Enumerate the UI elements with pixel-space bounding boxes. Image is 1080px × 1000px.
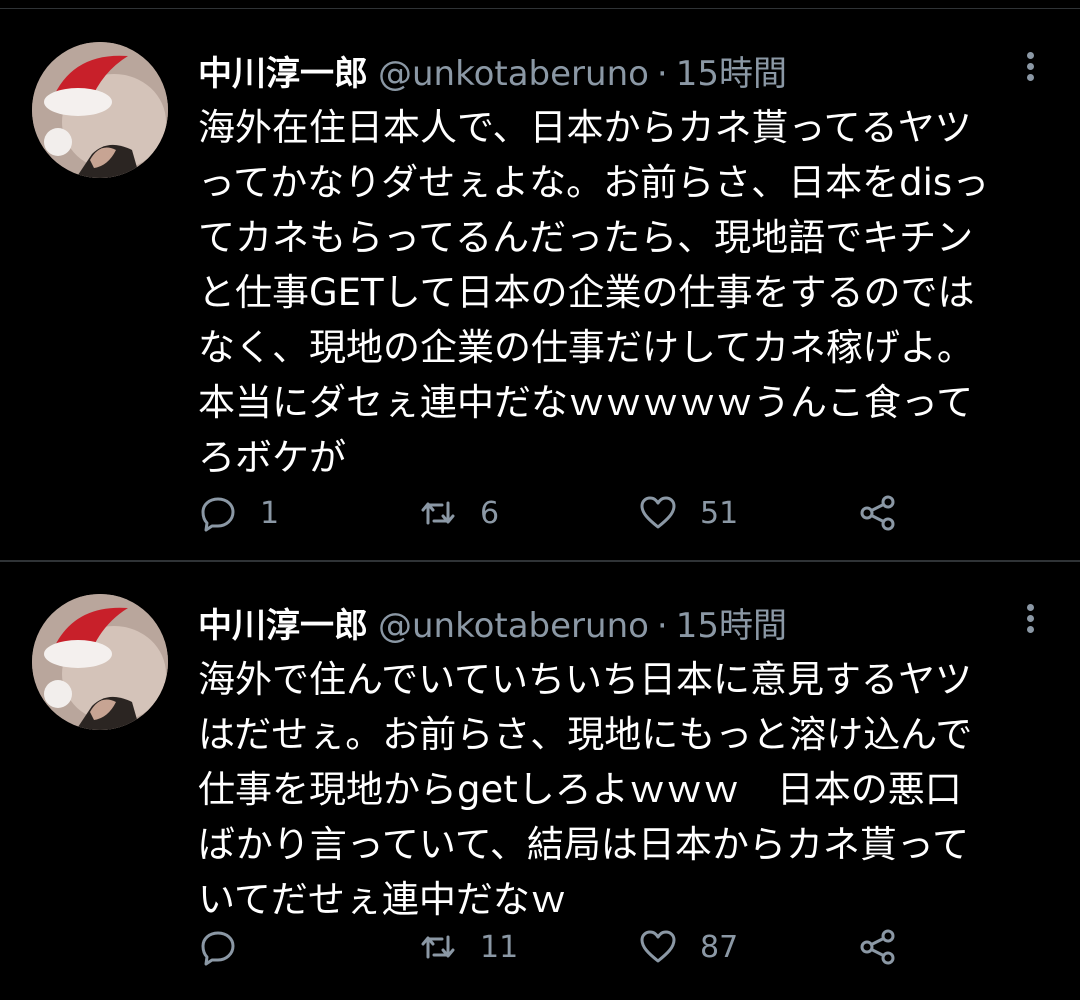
text-line: ってかなりダせぇよな。お前らさ、日本をdisっ — [198, 161, 990, 204]
tweet[interactable]: 中川淳一郎 @unkotaberuno · 15時間 海外在住日本人で、日本から… — [0, 10, 1080, 560]
more-vertical-icon[interactable] — [1020, 48, 1040, 88]
text-line: 海外で住んでいていちいち日本に意見するヤツ — [198, 658, 973, 701]
text-line: てカネもらってるんだったら、現地語でキチン — [198, 216, 974, 259]
like-button[interactable]: 51 — [638, 488, 738, 538]
retweet-button[interactable]: 11 — [418, 922, 518, 972]
action-bar: 11 87 — [198, 922, 938, 972]
text-line: 海外在住日本人で、日本からカネ貰ってるヤツ — [198, 106, 972, 149]
tweet-header: 中川淳一郎 @unkotaberuno · 15時間 — [198, 46, 787, 96]
separator-dot: · — [656, 606, 668, 646]
top-divider — [0, 8, 1080, 9]
text-line: と仕事GETして日本の企業の仕事をするのでは — [198, 271, 975, 314]
tweet[interactable]: 中川淳一郎 @unkotaberuno · 15時間 海外で住んでいていちいち日… — [0, 562, 1080, 1000]
share-icon — [860, 495, 895, 531]
text-line: 仕事を現地からgetしろよｗｗｗ 日本の悪口 — [198, 768, 962, 811]
tweet-header: 中川淳一郎 @unkotaberuno · 15時間 — [198, 598, 787, 648]
text-line: はだせぇ。お前らさ、現地にもっと溶け込んで — [198, 713, 973, 756]
author-handle[interactable]: @unkotaberuno — [378, 54, 649, 94]
tweet-text: 海外在住日本人で、日本からカネ貰ってるヤツ ってかなりダせぇよな。お前らさ、日本を… — [198, 100, 1058, 485]
retweet-icon — [421, 935, 455, 959]
retweet-count: 6 — [480, 495, 500, 531]
retweet-icon — [421, 501, 455, 525]
timestamp[interactable]: 15時間 — [676, 598, 787, 647]
share-button[interactable] — [858, 488, 898, 538]
like-count: 87 — [700, 929, 739, 965]
reply-icon — [201, 931, 235, 966]
more-vertical-icon[interactable] — [1020, 600, 1040, 640]
author-name[interactable]: 中川淳一郎 — [198, 598, 368, 647]
reply-button[interactable]: 1 — [198, 488, 279, 538]
reply-icon — [201, 497, 235, 532]
text-line: いてだせぇ連中だなｗ — [198, 878, 567, 921]
timestamp[interactable]: 15時間 — [676, 46, 787, 95]
share-button[interactable] — [858, 922, 898, 972]
text-line: なく、現地の企業の仕事だけしてカネ稼げよ。 — [198, 326, 974, 369]
reply-count: 1 — [260, 495, 280, 531]
like-button[interactable]: 87 — [638, 922, 738, 972]
text-line: 本当にダセぇ連中だなｗｗｗｗｗうんこ食って — [198, 381, 974, 424]
avatar[interactable] — [32, 594, 168, 730]
author-handle[interactable]: @unkotaberuno — [378, 606, 649, 646]
separator-dot: · — [656, 54, 668, 94]
share-icon — [860, 929, 895, 965]
action-bar: 1 6 51 — [198, 488, 938, 538]
retweet-button[interactable]: 6 — [418, 488, 499, 538]
text-line: ろボケが — [198, 436, 346, 479]
heart-icon — [640, 930, 676, 963]
text-line: ばかり言っていて、結局は日本からカネ貰って — [198, 823, 970, 866]
retweet-count: 11 — [480, 929, 519, 965]
author-name[interactable]: 中川淳一郎 — [198, 46, 368, 95]
heart-icon — [640, 496, 676, 529]
avatar[interactable] — [32, 42, 168, 178]
like-count: 51 — [700, 495, 739, 531]
reply-button[interactable] — [198, 922, 260, 972]
tweet-text: 海外で住んでいていちいち日本に意見するヤツ はだせぇ。お前らさ、現地にもっと溶け込… — [198, 652, 1058, 927]
